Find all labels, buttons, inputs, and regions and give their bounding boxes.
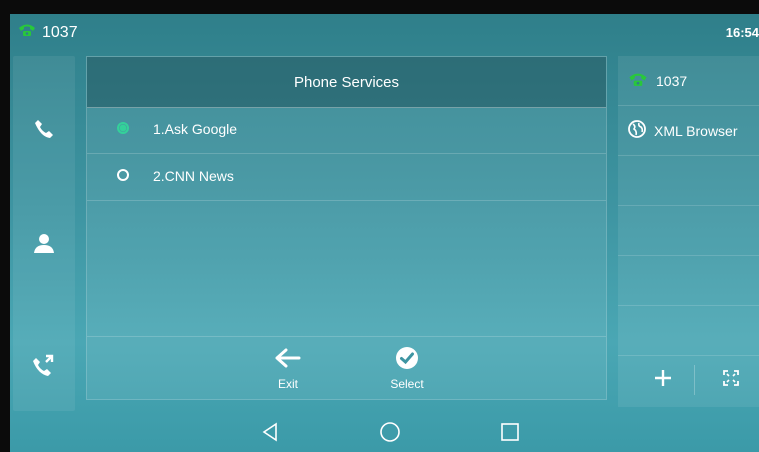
status-time: 16:54 [725,25,759,40]
left-rail [13,56,75,411]
contacts-icon [32,231,56,260]
nav-home-button[interactable] [378,421,402,448]
square-recents-icon [500,422,520,447]
list-item-label: 2.CNN News [153,168,234,184]
list-item-cnn-news[interactable]: 2.CNN News [87,154,606,201]
nav-back-button[interactable] [258,422,282,447]
empty-slot[interactable] [618,156,759,206]
expand-icon [723,369,739,391]
softkey-bar: Exit Select [87,336,606,399]
rail-contacts-button[interactable] [13,222,75,268]
exit-label: Exit [277,377,298,391]
empty-slot[interactable] [618,206,759,256]
navigation-bar [10,416,759,452]
right-panel-actions [618,353,759,407]
circle-home-icon [379,421,401,448]
services-list: 1.Ask Google 2.CNN News [87,107,606,201]
divider [694,365,695,395]
plus-icon [654,369,672,392]
empty-slot[interactable] [618,256,759,306]
rail-phone-button[interactable] [13,108,75,154]
rail-call-history-button[interactable] [13,344,75,390]
phone-services-panel: Phone Services 1.Ask Google 2.CNN News E… [86,56,607,400]
exit-button[interactable]: Exit [258,347,318,395]
xml-browser-label: XML Browser [654,122,738,139]
account-line-label: 1037 [656,72,688,89]
select-label: Select [390,377,424,391]
list-item-ask-google[interactable]: 1.Ask Google [87,107,606,154]
expand-button[interactable] [706,365,756,395]
empty-slot[interactable] [618,306,759,356]
account-line-1037[interactable]: 1037 [618,56,759,106]
globe-icon [628,120,646,141]
status-bar: 1037 16:54 [10,14,759,52]
xml-browser-item[interactable]: XML Browser [618,106,759,156]
right-panel: 1037 XML Browser [618,56,759,407]
add-button[interactable] [638,365,688,395]
call-history-icon [32,353,56,382]
status-account-label: 1037 [42,23,78,41]
select-button[interactable]: Select [377,346,437,395]
radio-selected-icon [117,122,129,134]
panel-title: Phone Services [87,57,606,108]
list-item-label: 1.Ask Google [153,121,238,137]
triangle-back-icon [261,422,279,447]
phone-icon [33,118,55,145]
status-account[interactable]: 1037 [18,23,78,42]
check-circle-icon [395,346,419,373]
handset-icon [18,23,36,42]
handset-icon [628,72,648,90]
phone-screen: 1037 16:54 Phone Services 1.Ask Google 2… [10,14,759,452]
nav-recents-button[interactable] [498,422,522,447]
radio-unselected-icon [117,169,129,181]
back-arrow-icon [275,348,301,371]
